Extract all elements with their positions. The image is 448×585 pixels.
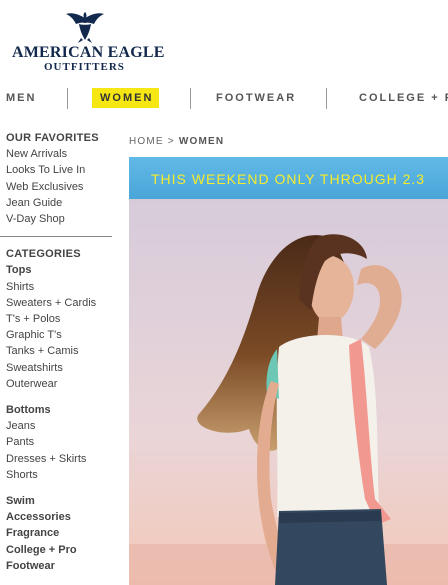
nav-women[interactable]: WOMEN	[92, 88, 160, 108]
favorites-heading: OUR FAVORITES	[6, 132, 99, 144]
hero-image[interactable]	[129, 199, 448, 585]
brand-subname: OUTFITTERS	[44, 61, 125, 73]
sidebar-item-jean-guide[interactable]: Jean Guide	[6, 195, 118, 211]
brand-name: AMERICAN EAGLE	[12, 44, 165, 61]
top-navigation: MEN WOMEN FOOTWEAR COLLEGE + P	[0, 84, 448, 114]
brand-logo[interactable]: AMERICAN EAGLE OUTFITTERS	[0, 0, 170, 80]
category-sidebar: OUR FAVORITES New Arrivals Looks To Live…	[0, 130, 118, 574]
categories-heading: CATEGORIES	[6, 248, 81, 261]
sidebar-divider	[0, 236, 112, 238]
breadcrumb-separator: >	[167, 136, 175, 147]
nav-footwear[interactable]: FOOTWEAR	[216, 92, 296, 104]
sidebar-item-ts-polos[interactable]: T's + Polos	[6, 311, 118, 327]
sidebar-item-college-pro[interactable]: College + Pro	[6, 542, 118, 558]
nav-divider	[67, 88, 68, 109]
nav-men[interactable]: MEN	[6, 92, 36, 104]
sidebar-item-jeans[interactable]: Jeans	[6, 418, 118, 434]
sidebar-item-swim[interactable]: Swim	[6, 493, 118, 509]
sidebar-item-sweatshirts[interactable]: Sweatshirts	[6, 360, 118, 376]
breadcrumb-home[interactable]: HOME	[129, 136, 164, 147]
sidebar-item-web-exclusives[interactable]: Web Exclusives	[6, 179, 118, 195]
sidebar-item-looks-to-live-in[interactable]: Looks To Live In	[6, 162, 118, 178]
sidebar-item-shirts[interactable]: Shirts	[6, 279, 118, 295]
sidebar-item-shorts[interactable]: Shorts	[6, 467, 118, 483]
sidebar-item-new-arrivals[interactable]: New Arrivals	[6, 146, 118, 162]
sidebar-item-tops[interactable]: Tops	[6, 262, 118, 278]
sidebar-item-footwear[interactable]: Footwear	[6, 558, 118, 574]
breadcrumb-current: WOMEN	[178, 136, 225, 147]
sidebar-item-sweaters-cardis[interactable]: Sweaters + Cardis	[6, 295, 118, 311]
sidebar-item-dresses-skirts[interactable]: Dresses + Skirts	[6, 451, 118, 467]
sidebar-item-bottoms[interactable]: Bottoms	[6, 402, 118, 418]
sidebar-item-accessories[interactable]: Accessories	[6, 509, 118, 525]
sidebar-item-outerwear[interactable]: Outerwear	[6, 376, 118, 392]
promo-banner[interactable]: THIS WEEKEND ONLY THROUGH 2.3	[129, 157, 448, 199]
sidebar-item-vday-shop[interactable]: V-Day Shop	[6, 211, 118, 227]
nav-college-pro[interactable]: COLLEGE + P	[359, 92, 448, 104]
promo-banner-text: THIS WEEKEND ONLY THROUGH 2.3	[151, 171, 426, 187]
model-photo-icon	[129, 199, 448, 585]
eagle-icon	[66, 12, 104, 43]
sidebar-item-pants[interactable]: Pants	[6, 434, 118, 450]
nav-divider	[326, 88, 327, 109]
sidebar-item-fragrance[interactable]: Fragrance	[6, 525, 118, 541]
sidebar-item-tanks-camis[interactable]: Tanks + Camis	[6, 343, 118, 359]
breadcrumb: HOME > WOMEN	[129, 136, 224, 147]
sidebar-item-graphic-ts[interactable]: Graphic T's	[6, 327, 118, 343]
nav-divider	[190, 88, 191, 109]
